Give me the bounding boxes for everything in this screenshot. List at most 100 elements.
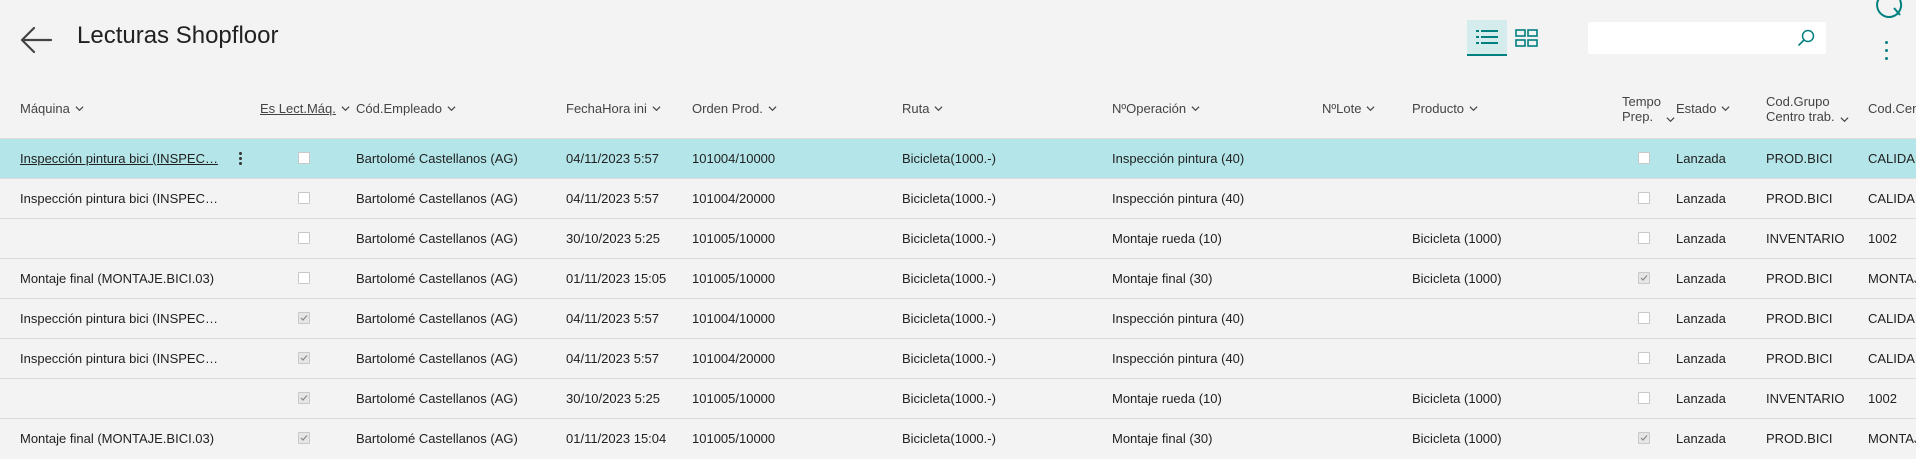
cell-estado: Lanzada	[1676, 311, 1726, 326]
row-actions-icon[interactable]	[236, 150, 244, 168]
chevron-down-icon	[1721, 106, 1730, 112]
cell-grupo: PROD.BICI	[1766, 191, 1833, 206]
tempo-prep-checkbox[interactable]	[1638, 392, 1650, 404]
chevron-down-icon	[75, 106, 84, 112]
cell-fecha: 04/11/2023 5:57	[566, 151, 660, 166]
chevron-down-icon	[1666, 117, 1675, 123]
cell-lote	[1322, 339, 1406, 379]
cell-centro: CALIDAD	[1868, 351, 1916, 366]
back-button[interactable]	[18, 20, 58, 60]
cell-maquina[interactable]	[20, 219, 232, 259]
tempo-prep-checkbox[interactable]	[1638, 352, 1650, 364]
cell-ruta: Bicicleta(1000.-)	[902, 231, 996, 246]
es-lect-checkbox[interactable]	[298, 192, 310, 204]
cell-ruta: Bicicleta(1000.-)	[902, 311, 996, 326]
more-vertical-icon[interactable]	[1878, 36, 1894, 72]
cell-estado: Lanzada	[1676, 431, 1726, 446]
table-row[interactable]: Montaje final (MONTAJE.BICI.03) Bartolomé…	[0, 258, 1916, 298]
tempo-prep-checkbox[interactable]	[1638, 232, 1650, 244]
cell-orden: 101004/20000	[692, 191, 776, 206]
search-icon[interactable]	[1796, 28, 1816, 48]
cell-fecha: 04/11/2023 5:57	[566, 191, 660, 206]
cell-orden: 101004/20000	[692, 351, 776, 366]
cell-maquina[interactable]: Montaje final (MONTAJE.BICI.03)	[20, 419, 232, 459]
cell-lote	[1322, 179, 1406, 219]
cell-grupo: PROD.BICI	[1766, 271, 1833, 286]
cell-orden: 101005/10000	[692, 431, 776, 446]
es-lect-checkbox[interactable]	[298, 352, 310, 364]
es-lect-checkbox[interactable]	[298, 312, 310, 324]
tempo-prep-checkbox[interactable]	[1638, 272, 1650, 284]
cell-empleado: Bartolomé Castellanos (AG)	[356, 311, 518, 326]
cell-producto: Bicicleta (1000)	[1412, 431, 1502, 446]
cell-operacion: Montaje rueda (10)	[1112, 231, 1222, 246]
cell-maquina[interactable]: Inspección pintura bici (INSPEC…	[20, 299, 232, 339]
refresh-icon[interactable]	[1872, 0, 1906, 22]
list-view-button[interactable]	[1467, 20, 1507, 56]
cell-producto	[1412, 139, 1612, 179]
table-row[interactable]: Bartolomé Castellanos (AG) 30/10/2023 5:2…	[0, 378, 1916, 418]
tempo-prep-checkbox[interactable]	[1638, 192, 1650, 204]
tempo-prep-checkbox[interactable]	[1638, 312, 1650, 324]
cell-grupo: PROD.BICI	[1766, 151, 1833, 166]
table-row[interactable]: Inspección pintura bici (INSPEC… Bartolom…	[0, 338, 1916, 378]
es-lect-checkbox[interactable]	[298, 272, 310, 284]
page-header: Lecturas Shopfloor	[0, 0, 1916, 80]
cell-maquina[interactable]: Montaje final (MONTAJE.BICI.03)	[20, 259, 232, 299]
table-row[interactable]: Montaje final (MONTAJE.BICI.03) Bartolomé…	[0, 418, 1916, 458]
cell-lote	[1322, 379, 1406, 419]
cell-empleado: Bartolomé Castellanos (AG)	[356, 271, 518, 286]
chevron-down-icon	[341, 106, 350, 112]
table-row[interactable]: Inspección pintura bici (INSPEC… Bartolom…	[0, 178, 1916, 218]
cell-fecha: 01/11/2023 15:05	[566, 271, 667, 286]
chevron-down-icon	[1840, 117, 1849, 123]
cell-lote	[1322, 219, 1406, 259]
tempo-prep-checkbox[interactable]	[1638, 432, 1650, 444]
es-lect-checkbox[interactable]	[298, 432, 310, 444]
cell-grupo: PROD.BICI	[1766, 351, 1833, 366]
cell-producto	[1412, 339, 1612, 379]
cell-centro: CALIDAD	[1868, 191, 1916, 206]
table-row[interactable]: Bartolomé Castellanos (AG) 30/10/2023 5:2…	[0, 218, 1916, 258]
chevron-down-icon	[1469, 106, 1478, 112]
es-lect-checkbox[interactable]	[298, 232, 310, 244]
cell-empleado: Bartolomé Castellanos (AG)	[356, 191, 518, 206]
cell-producto: Bicicleta (1000)	[1412, 231, 1502, 246]
cell-orden: 101005/10000	[692, 271, 776, 286]
cell-estado: Lanzada	[1676, 271, 1726, 286]
es-lect-checkbox[interactable]	[298, 392, 310, 404]
cell-operacion: Inspección pintura (40)	[1112, 351, 1245, 366]
cell-maquina[interactable]: Inspección pintura bici (INSPEC…	[20, 139, 232, 179]
cell-centro: MONTAJE	[1868, 431, 1916, 446]
cell-maquina[interactable]: Inspección pintura bici (INSPEC…	[20, 179, 232, 219]
cell-operacion: Inspección pintura (40)	[1112, 151, 1245, 166]
search-input[interactable]	[1588, 22, 1804, 52]
cell-orden: 101005/10000	[692, 391, 776, 406]
chevron-down-icon	[768, 106, 777, 112]
table-row[interactable]: Inspección pintura bici (INSPEC… Bartolom…	[0, 138, 1916, 178]
cell-maquina[interactable]	[20, 379, 232, 419]
cell-operacion: Inspección pintura (40)	[1112, 311, 1245, 326]
cell-operacion: Inspección pintura (40)	[1112, 191, 1245, 206]
cell-grupo: INVENTARIO	[1766, 391, 1845, 406]
cell-fecha: 04/11/2023 5:57	[566, 311, 660, 326]
cell-producto	[1412, 179, 1612, 219]
tile-view-button[interactable]	[1507, 20, 1547, 56]
search-box[interactable]	[1588, 22, 1826, 54]
cell-orden: 101005/10000	[692, 231, 776, 246]
cell-ruta: Bicicleta(1000.-)	[902, 151, 996, 166]
cell-maquina[interactable]: Inspección pintura bici (INSPEC…	[20, 339, 232, 379]
list-view-icon	[1476, 30, 1498, 44]
cell-operacion: Montaje final (30)	[1112, 431, 1213, 446]
cell-centro: MONTAJE	[1868, 271, 1916, 286]
chevron-down-icon	[1191, 106, 1200, 112]
cell-centro: CALIDAD	[1868, 311, 1916, 326]
cell-estado: Lanzada	[1676, 231, 1726, 246]
cell-fecha: 04/11/2023 5:57	[566, 351, 660, 366]
tempo-prep-checkbox[interactable]	[1638, 152, 1650, 164]
es-lect-checkbox[interactable]	[298, 152, 310, 164]
cell-estado: Lanzada	[1676, 191, 1726, 206]
cell-grupo: PROD.BICI	[1766, 431, 1833, 446]
page-title: Lecturas Shopfloor	[77, 22, 279, 49]
table-row[interactable]: Inspección pintura bici (INSPEC… Bartolom…	[0, 298, 1916, 338]
